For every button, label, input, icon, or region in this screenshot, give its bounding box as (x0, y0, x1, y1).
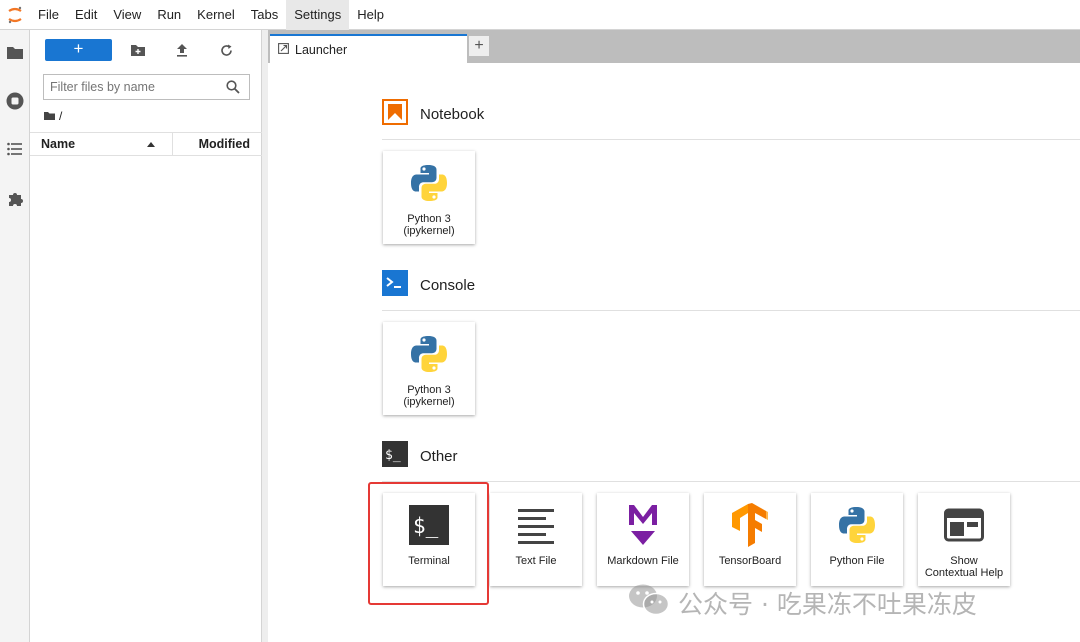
card-label: Text File (515, 555, 557, 567)
launcher-card-markdown-file[interactable]: Markdown File (597, 493, 689, 586)
contextual-help-icon (942, 503, 986, 547)
wechat-icon (628, 583, 670, 623)
tab-bar: Launcher + (268, 30, 1080, 63)
name-column-header[interactable]: Name (41, 137, 75, 151)
terminal-highlight-box (368, 482, 489, 605)
card-label: Show Contextual Help (924, 555, 1004, 579)
card-label: Python 3 (ipykernel) (403, 384, 455, 408)
section-title-notebook: Notebook (420, 105, 485, 123)
section-divider (382, 310, 1080, 311)
file-browser: + / Name Modified (30, 30, 262, 642)
section-title-console: Console (420, 276, 476, 294)
card-label: Python 3 (ipykernel) (403, 213, 455, 237)
python-logo-icon (407, 332, 451, 376)
launcher-card-contextual-help[interactable]: Show Contextual Help (918, 493, 1010, 586)
launcher-section-notebook: Notebook (382, 98, 1080, 140)
text-file-icon (514, 503, 558, 547)
refresh-icon[interactable] (216, 40, 236, 60)
menu-view[interactable]: View (105, 0, 149, 30)
watermark-text: 公众号 · 吃果冻不吐果冻皮 (678, 590, 977, 619)
add-tab-button[interactable]: + (468, 35, 490, 57)
notebook-section-icon (382, 98, 408, 130)
launcher-tab-icon (278, 42, 289, 57)
home-folder-icon[interactable] (44, 109, 55, 123)
running-icon[interactable] (5, 91, 25, 111)
launcher-section-console: Console (382, 269, 1080, 311)
filter-files-field (43, 74, 250, 100)
launcher-card-tensorboard[interactable]: TensorBoard (704, 493, 796, 586)
extension-icon[interactable] (5, 189, 25, 209)
modified-column-header[interactable]: Modified (199, 137, 250, 151)
file-list-header: Name Modified (30, 132, 262, 156)
menu-tabs[interactable]: Tabs (243, 0, 286, 30)
watermark: 公众号 · 吃果冻不吐果冻皮 (628, 583, 977, 623)
python-logo-icon (835, 503, 879, 547)
menubar: File Edit View Run Kernel Tabs Settings … (0, 0, 1080, 30)
launcher-card-console-python3[interactable]: Python 3 (ipykernel) (383, 322, 475, 415)
menu-kernel[interactable]: Kernel (189, 0, 243, 30)
table-of-contents-icon[interactable] (5, 139, 25, 159)
launcher-section-other: $_ Other (382, 440, 1080, 482)
menu-help[interactable]: Help (349, 0, 392, 30)
other-section-icon: $_ (382, 440, 408, 472)
breadcrumb-root[interactable]: / (59, 109, 62, 123)
column-divider (172, 133, 173, 155)
tensorboard-icon (728, 503, 772, 547)
new-folder-icon[interactable] (128, 40, 148, 60)
markdown-icon (621, 503, 665, 547)
filter-files-input[interactable] (44, 75, 214, 99)
folder-icon[interactable] (5, 42, 25, 62)
section-divider (382, 139, 1080, 140)
tab-label: Launcher (295, 42, 348, 57)
launcher-card-python-file[interactable]: Python File (811, 493, 903, 586)
sort-ascending-icon (147, 142, 155, 147)
breadcrumb: / (44, 109, 62, 123)
card-label: Markdown File (607, 555, 679, 567)
card-label: Python File (829, 555, 885, 567)
tab-launcher[interactable]: Launcher (270, 34, 467, 63)
jupyter-logo-icon (0, 0, 30, 30)
search-icon (226, 80, 240, 99)
activity-bar (0, 30, 30, 642)
menu-settings[interactable]: Settings (286, 0, 350, 30)
svg-text:$_: $_ (385, 448, 401, 463)
python-logo-icon (407, 161, 451, 205)
new-launcher-button[interactable]: + (45, 39, 112, 61)
section-title-other: Other (420, 447, 458, 465)
menu-run[interactable]: Run (149, 0, 189, 30)
launcher-card-notebook-python3[interactable]: Python 3 (ipykernel) (383, 151, 475, 244)
menu-edit[interactable]: Edit (67, 0, 105, 30)
file-browser-toolbar: + (30, 38, 262, 62)
launcher-card-text-file[interactable]: Text File (490, 493, 582, 586)
card-label: TensorBoard (718, 555, 782, 567)
console-section-icon (382, 269, 408, 301)
menu-file[interactable]: File (30, 0, 67, 30)
upload-icon[interactable] (172, 40, 192, 60)
